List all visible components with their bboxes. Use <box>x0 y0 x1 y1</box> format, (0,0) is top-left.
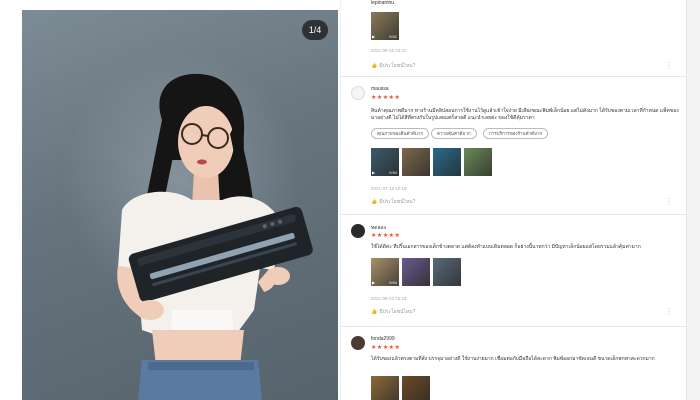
helpful-label: มีประโยชน์ไหม? <box>379 199 416 205</box>
review-text: สินค้าคุณภาพดีมาก ทางร้านมีคลิปสอนการใช้… <box>371 108 679 121</box>
review-image-thumbnail[interactable] <box>433 258 461 286</box>
image-counter-badge: 1/4 <box>302 20 328 40</box>
helpful-button[interactable]: 👍 มีประโยชน์ไหม? <box>371 62 415 70</box>
more-options-icon[interactable]: ⋮ <box>665 62 673 70</box>
reviewer-name: ทดลอง <box>371 225 387 231</box>
review-list: lepinamnu ▶ 0:51 2021-08-16 23:37 👍 มีประ… <box>340 0 686 400</box>
reviewer-name: maussa <box>371 86 389 92</box>
review-date: 2021-08-16 23:37 <box>371 48 407 53</box>
video-camera-icon: ▶ <box>372 280 376 285</box>
reviewer-avatar[interactable] <box>351 336 365 350</box>
more-options-icon[interactable]: ⋮ <box>665 198 673 206</box>
more-options-icon[interactable]: ⋮ <box>665 308 673 316</box>
review-image-thumbnail[interactable] <box>464 148 492 176</box>
review-divider <box>341 214 686 215</box>
video-duration: 0:54 <box>389 170 397 175</box>
rating-stars: ★★★★★ <box>371 345 401 351</box>
thumbs-up-icon: 👍 <box>371 63 378 69</box>
review-tag: การบริการของร้านค้าดีมาก <box>483 128 549 139</box>
model-with-printer-image <box>117 73 313 400</box>
helpful-button[interactable]: 👍 มีประโยชน์ไหม? <box>371 308 415 316</box>
thumbnail-image <box>464 148 492 176</box>
rating-stars: ★★★★★ <box>371 95 401 101</box>
thumbnail-image <box>371 376 399 400</box>
helpful-button[interactable]: 👍 มีประโยชน์ไหม? <box>371 198 415 206</box>
review-tag: คุณภาพของสินค้าดีมาก <box>371 128 430 139</box>
review-video-thumbnail[interactable]: ▶ 0:51 <box>371 12 399 40</box>
review-text: ได้รับของแล้วตรงตามที่สั่ง บรรจุมาอย่างด… <box>371 356 655 362</box>
review-divider <box>341 326 686 327</box>
review-tag: ความคุ้มค่าดีมาก <box>431 128 477 139</box>
review-image-thumbnail[interactable] <box>371 376 399 400</box>
page-scrollbar[interactable] <box>686 0 700 400</box>
thumbs-up-icon: 👍 <box>371 199 378 205</box>
helpful-label: มีประโยชน์ไหม? <box>379 309 416 315</box>
review-image-thumbnail[interactable] <box>402 376 430 400</box>
review-image-thumbnail[interactable] <box>402 148 430 176</box>
thumbnail-image <box>402 376 430 400</box>
helpful-label: มีประโยชน์ไหม? <box>379 63 416 69</box>
review-video-thumbnail[interactable]: ▶ 0:54 <box>371 148 399 176</box>
reviewer-avatar[interactable] <box>351 224 365 238</box>
review-image-thumbnail[interactable] <box>402 258 430 286</box>
review-divider <box>341 76 686 77</box>
review-video-thumbnail[interactable]: ▶ 0:54 <box>371 258 399 286</box>
rating-stars: ★★★★★ <box>371 233 401 239</box>
reviewer-avatar[interactable] <box>351 86 365 100</box>
video-camera-icon: ▶ <box>372 170 376 175</box>
review-image-thumbnail[interactable] <box>433 148 461 176</box>
video-duration: 0:51 <box>389 34 397 39</box>
thumbnail-image <box>402 258 430 286</box>
review-text: ใช้ได้ดีค่ะ ที่ปริ้นเอกสารของเด็กข้างตลา… <box>371 244 641 250</box>
thumbnail-image <box>402 148 430 176</box>
reviewer-name: fonda2999 <box>371 336 395 342</box>
thumbnail-image <box>433 258 461 286</box>
review-date: 2021-07-12 10:18 <box>371 186 407 191</box>
review-date: 2021-06-22 15:18 <box>371 296 407 301</box>
reviewer-name: lepinamnu <box>371 0 395 6</box>
thumbnail-image <box>433 148 461 176</box>
product-photo[interactable]: 1/4 <box>22 10 338 400</box>
thumbs-up-icon: 👍 <box>371 309 378 315</box>
video-camera-icon: ▶ <box>372 34 376 39</box>
video-duration: 0:54 <box>389 280 397 285</box>
